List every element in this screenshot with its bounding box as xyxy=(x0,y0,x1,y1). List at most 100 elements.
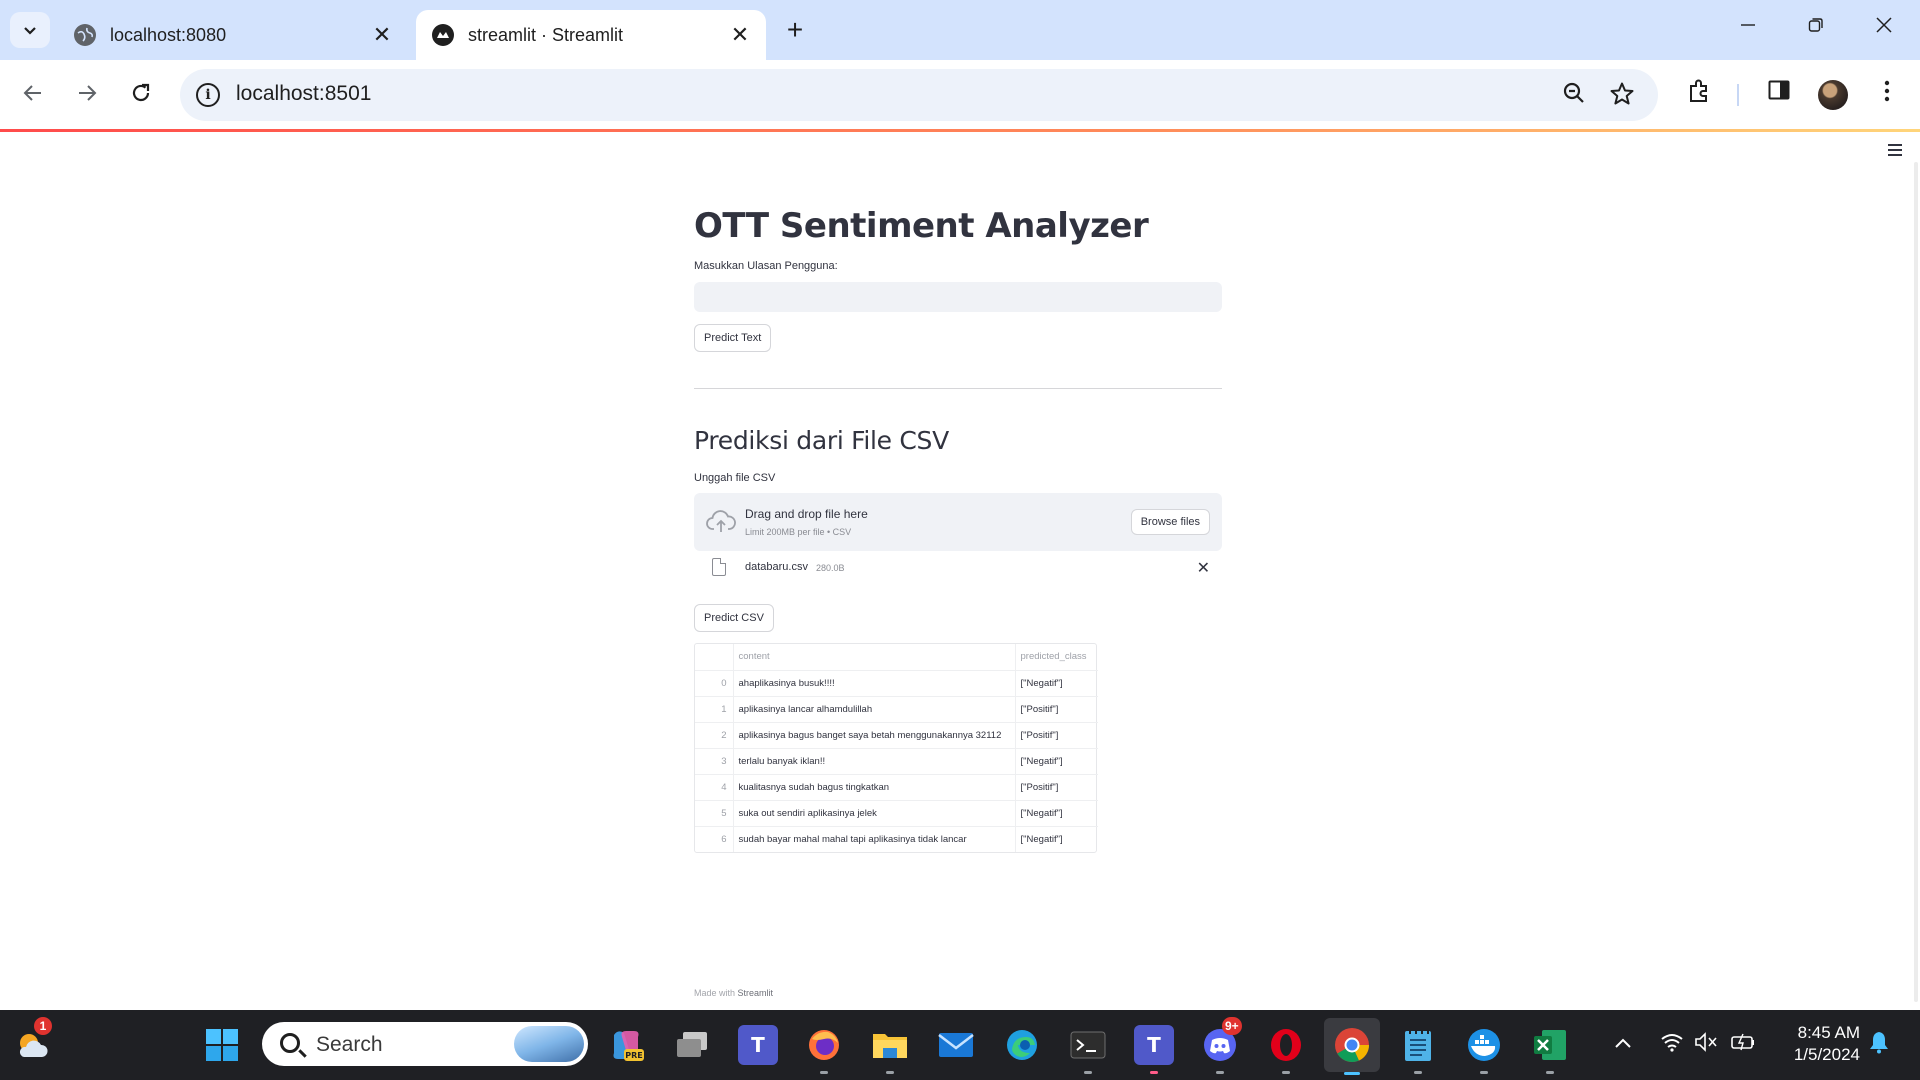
browser-tab-bar: localhost:8080 ✕ streamlit · Streamlit ✕… xyxy=(0,0,1920,60)
weather-widget-icon[interactable]: 1 xyxy=(12,1017,52,1065)
restore-icon xyxy=(1808,18,1823,32)
side-panel-icon[interactable] xyxy=(1762,78,1796,112)
restore-button[interactable] xyxy=(1796,14,1836,46)
zoom-icon[interactable] xyxy=(1560,81,1588,109)
review-text-input[interactable] xyxy=(694,282,1222,312)
tab-search-button[interactable] xyxy=(10,12,50,48)
close-tab-icon[interactable]: ✕ xyxy=(370,22,394,48)
main-menu-icon[interactable] xyxy=(1888,144,1902,159)
opera-icon[interactable] xyxy=(1266,1025,1306,1074)
address-url[interactable]: localhost:8501 xyxy=(236,82,371,106)
predicted-class-cell[interactable]: ["Negatif"] xyxy=(1015,670,1098,697)
column-header-content[interactable]: content xyxy=(733,644,1016,671)
teams-icon[interactable]: T xyxy=(1134,1025,1174,1074)
reload-button[interactable] xyxy=(124,78,158,112)
table-header-row: content predicted_class xyxy=(695,644,1098,671)
more-menu-icon[interactable] xyxy=(1870,78,1904,112)
start-button[interactable] xyxy=(202,1025,242,1065)
battery-icon[interactable] xyxy=(1730,1032,1756,1058)
results-dataframe[interactable]: content predicted_class 0 ahaplikasinya … xyxy=(694,643,1098,853)
discord-icon[interactable]: 9+ xyxy=(1200,1017,1242,1074)
forward-button[interactable] xyxy=(70,78,104,112)
windows-taskbar: 1 Search PRE T T 9+ 8:45 AM 1/5/2024 xyxy=(0,1010,1920,1080)
row-index: 4 xyxy=(695,774,734,801)
footer: Made with Streamlit xyxy=(694,988,773,998)
windows-logo-icon xyxy=(206,1029,238,1061)
file-icon xyxy=(712,558,726,576)
show-hidden-icons-icon[interactable] xyxy=(1614,1032,1632,1055)
predicted-class-cell[interactable]: ["Negatif"] xyxy=(1015,826,1098,852)
content-cell[interactable]: ahaplikasinya busuk!!!! xyxy=(733,670,1016,697)
running-indicator xyxy=(886,1071,894,1074)
running-indicator xyxy=(1084,1071,1092,1074)
file-explorer-icon[interactable] xyxy=(870,1025,910,1074)
table-row[interactable]: 6 sudah bayar mahal mahal tapi aplikasin… xyxy=(695,826,1098,852)
row-index: 3 xyxy=(695,748,734,775)
table-row[interactable]: 5 suka out sendiri aplikasinya jelek ["N… xyxy=(695,800,1098,827)
mail-icon[interactable] xyxy=(936,1025,976,1065)
content-cell[interactable]: aplikasinya bagus banget saya betah meng… xyxy=(733,722,1016,749)
table-row[interactable]: 3 terlalu banyak iklan!! ["Negatif"] xyxy=(695,748,1098,775)
discord-badge: 9+ xyxy=(1222,1017,1242,1035)
content-cell[interactable]: sudah bayar mahal mahal tapi aplikasinya… xyxy=(733,826,1016,852)
streamlit-app: OTT Sentiment Analyzer Masukkan Ulasan P… xyxy=(0,132,1920,1010)
firefox-icon[interactable] xyxy=(804,1025,844,1074)
globe-icon xyxy=(74,24,96,46)
content-cell[interactable]: terlalu banyak iklan!! xyxy=(733,748,1016,775)
minimize-button[interactable] xyxy=(1728,14,1768,46)
table-row[interactable]: 4 kualitasnya sudah bagus tingkatkan ["P… xyxy=(695,774,1098,801)
dropzone-limit: Limit 200MB per file • CSV xyxy=(745,527,852,537)
predicted-class-cell[interactable]: ["Negatif"] xyxy=(1015,748,1098,775)
content-cell[interactable]: kualitasnya sudah bagus tingkatkan xyxy=(733,774,1016,801)
notepad-icon[interactable] xyxy=(1398,1025,1438,1074)
taskbar-search[interactable]: Search xyxy=(262,1022,588,1066)
chrome-icon[interactable] xyxy=(1324,1018,1380,1075)
notification-bell-icon[interactable] xyxy=(1868,1030,1890,1060)
copilot-icon[interactable]: PRE xyxy=(606,1025,646,1065)
content-cell[interactable]: aplikasinya lancar alhamdulillah xyxy=(733,696,1016,723)
browser-toolbar: i localhost:8501 xyxy=(0,60,1920,130)
content-cell[interactable]: suka out sendiri aplikasinya jelek xyxy=(733,800,1016,827)
predict-csv-button[interactable]: Predict CSV xyxy=(694,604,774,632)
page-scrollbar[interactable] xyxy=(1914,162,1918,1002)
address-bar[interactable]: i localhost:8501 xyxy=(180,69,1658,121)
close-window-button[interactable] xyxy=(1864,14,1904,46)
toolbar-divider xyxy=(1737,84,1739,106)
browse-files-button[interactable]: Browse files xyxy=(1130,509,1210,535)
footer-streamlit-link[interactable]: Streamlit xyxy=(738,988,774,998)
clock-date: 1/5/2024 xyxy=(1793,1045,1860,1064)
bookmark-star-icon[interactable] xyxy=(1608,81,1636,109)
edge-icon[interactable] xyxy=(1002,1025,1042,1065)
tab-localhost-8080[interactable]: localhost:8080 ✕ xyxy=(58,10,408,60)
docker-icon[interactable] xyxy=(1464,1025,1504,1074)
weather-badge: 1 xyxy=(34,1017,52,1035)
site-info-icon[interactable]: i xyxy=(196,83,220,107)
profile-avatar[interactable] xyxy=(1818,80,1848,110)
column-header-predicted-class[interactable]: predicted_class xyxy=(1015,644,1098,671)
row-index: 2 xyxy=(695,722,734,749)
remove-file-icon[interactable]: ✕ xyxy=(1197,558,1210,578)
teams-icon[interactable]: T xyxy=(738,1025,778,1065)
predicted-class-cell[interactable]: ["Negatif"] xyxy=(1015,800,1098,827)
predicted-class-cell[interactable]: ["Positif"] xyxy=(1015,722,1098,749)
back-button[interactable] xyxy=(16,78,50,112)
taskbar-clock[interactable]: 8:45 AM 1/5/2024 xyxy=(1784,1022,1860,1066)
predicted-class-cell[interactable]: ["Positif"] xyxy=(1015,696,1098,723)
excel-icon[interactable] xyxy=(1530,1025,1570,1074)
predicted-class-cell[interactable]: ["Positif"] xyxy=(1015,774,1098,801)
column-header-index[interactable] xyxy=(695,644,734,671)
file-dropzone[interactable]: Drag and drop file here Limit 200MB per … xyxy=(694,493,1222,551)
close-tab-icon[interactable]: ✕ xyxy=(728,22,752,48)
table-row[interactable]: 0 ahaplikasinya busuk!!!! ["Negatif"] xyxy=(695,670,1098,697)
dropzone-instructions: Drag and drop file here xyxy=(745,507,868,521)
wifi-icon[interactable] xyxy=(1660,1032,1684,1058)
tab-streamlit[interactable]: streamlit · Streamlit ✕ xyxy=(416,10,766,60)
task-view-icon[interactable] xyxy=(672,1025,712,1065)
predict-text-button[interactable]: Predict Text xyxy=(694,324,772,352)
table-row[interactable]: 1 aplikasinya lancar alhamdulillah ["Pos… xyxy=(695,696,1098,723)
volume-muted-icon[interactable] xyxy=(1694,1032,1718,1058)
new-tab-button[interactable]: + xyxy=(780,16,810,46)
table-row[interactable]: 2 aplikasinya bagus banget saya betah me… xyxy=(695,722,1098,749)
terminal-icon[interactable] xyxy=(1068,1025,1108,1074)
extensions-icon[interactable] xyxy=(1682,78,1716,112)
